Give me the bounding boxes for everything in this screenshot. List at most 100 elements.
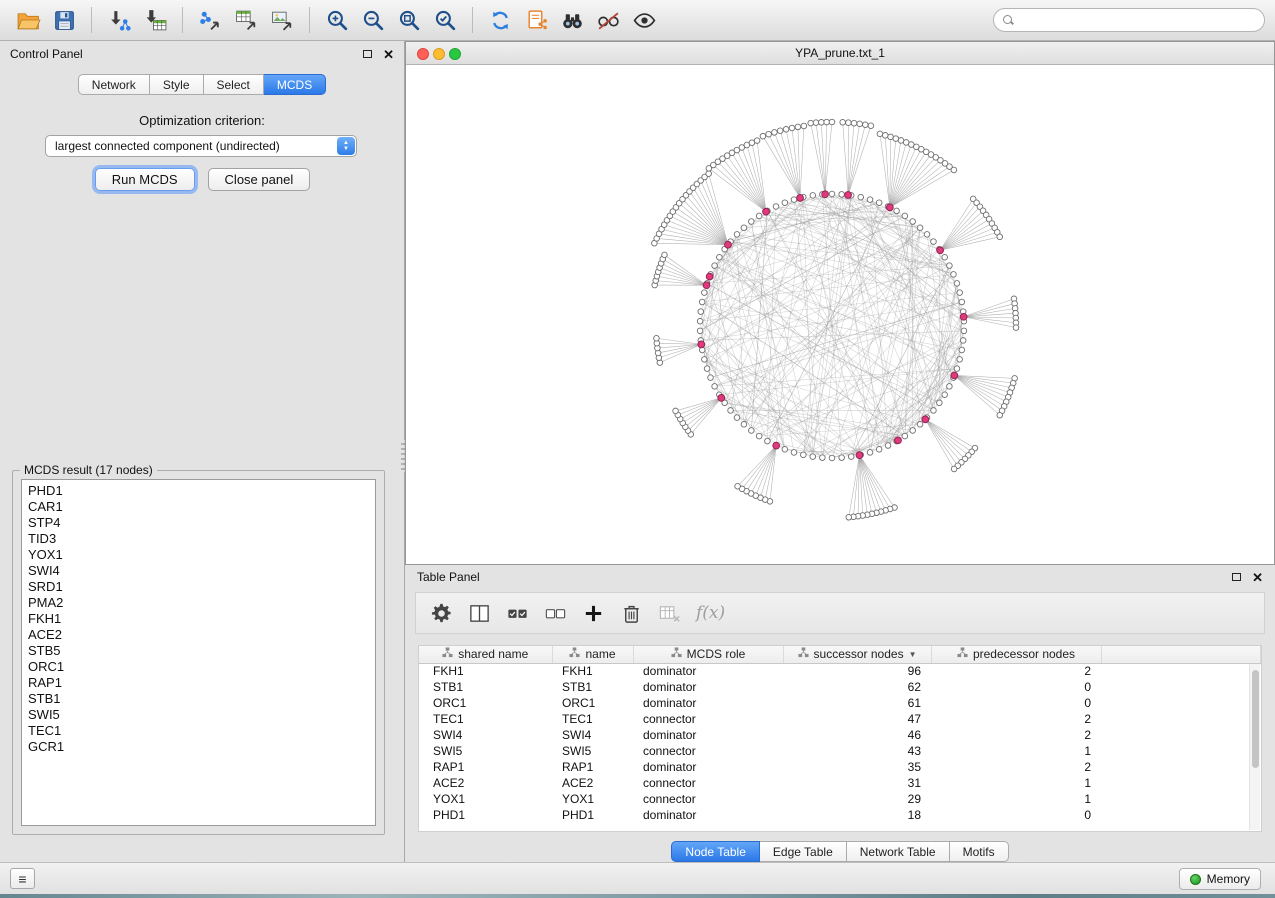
unselect-all-icon[interactable] (544, 602, 567, 625)
table-scrollbar[interactable] (1249, 664, 1260, 830)
save-session-button[interactable] (46, 4, 82, 36)
table-row[interactable]: RAP1RAP1dominator352 (419, 759, 1261, 775)
table-panel-title: Table Panel (417, 570, 480, 584)
zoom-selected-icon (433, 8, 458, 33)
import-table-button[interactable] (137, 4, 173, 36)
network-graph[interactable] (406, 65, 1274, 564)
share-document-icon (524, 8, 549, 33)
table-tab-motifs[interactable]: Motifs (950, 841, 1009, 862)
show-results-button[interactable] (626, 4, 662, 36)
open-folder-icon (16, 8, 41, 33)
mcds-result-item[interactable]: TID3 (28, 531, 375, 547)
table-row[interactable]: FKH1FKH1dominator962 (419, 663, 1261, 679)
table-row[interactable]: TEC1TEC1connector472 (419, 711, 1261, 727)
import-network-button[interactable] (101, 4, 137, 36)
add-column-icon[interactable] (582, 602, 605, 625)
table-row[interactable]: PHD1PHD1dominator180 (419, 807, 1261, 823)
run-mcds-button[interactable]: Run MCDS (95, 168, 195, 191)
mcds-result-item[interactable]: STB5 (28, 643, 375, 659)
mcds-result-list[interactable]: PHD1CAR1STP4TID3YOX1SWI4SRD1PMA2FKH1ACE2… (21, 479, 376, 826)
delete-column-icon[interactable] (620, 602, 643, 625)
zoom-selected-button[interactable] (427, 4, 463, 36)
list-icon: ≡ (18, 871, 26, 887)
mcds-result-item[interactable]: CAR1 (28, 499, 375, 515)
toolbar-separator (91, 7, 92, 33)
gear-icon[interactable] (430, 602, 453, 625)
table-tab-node-table[interactable]: Node Table (671, 841, 760, 862)
mcds-result-item[interactable]: SWI4 (28, 563, 375, 579)
table-row[interactable]: ACE2ACE2connector311 (419, 775, 1261, 791)
export-image-icon (270, 8, 295, 33)
export-image-button[interactable] (264, 4, 300, 36)
window-close-button[interactable] (417, 48, 429, 60)
table-row[interactable]: SWI4SWI4dominator462 (419, 727, 1261, 743)
table-row[interactable]: SWI5SWI5connector431 (419, 743, 1261, 759)
window-minimize-button[interactable] (433, 48, 445, 60)
glasses-slash-icon (596, 8, 621, 33)
zoom-out-button[interactable] (355, 4, 391, 36)
table-tab-network-table[interactable]: Network Table (847, 841, 950, 862)
open-session-button[interactable] (10, 4, 46, 36)
mcds-result-item[interactable]: FKH1 (28, 611, 375, 627)
find-button[interactable] (554, 4, 590, 36)
mcds-result-item[interactable]: STP4 (28, 515, 375, 531)
mcds-result-item[interactable]: SWI5 (28, 707, 375, 723)
table-row[interactable]: YOX1YOX1connector291 (419, 791, 1261, 807)
mcds-result-item[interactable]: RAP1 (28, 675, 375, 691)
column-header-name[interactable]: name (552, 646, 633, 663)
zoom-fit-button[interactable] (391, 4, 427, 36)
mcds-result-item[interactable]: ORC1 (28, 659, 375, 675)
split-column-icon[interactable] (468, 602, 491, 625)
criterion-select[interactable]: largest connected component (undirected)… (45, 135, 357, 157)
table-row[interactable]: ORC1ORC1dominator610 (419, 695, 1261, 711)
close-table-panel-icon[interactable]: ✕ (1252, 571, 1263, 584)
attribute-icon (957, 647, 968, 661)
attribute-icon (569, 647, 580, 661)
mcds-result-item[interactable]: YOX1 (28, 547, 375, 563)
export-network-button[interactable] (192, 4, 228, 36)
float-table-panel-icon[interactable] (1232, 573, 1241, 581)
column-header-MCDS-role[interactable]: MCDS role (633, 646, 783, 663)
control-tab-mcds[interactable]: MCDS (264, 74, 326, 95)
control-tab-network[interactable]: Network (78, 74, 150, 95)
task-history-button[interactable]: ≡ (10, 868, 35, 889)
mcds-result-item[interactable]: ACE2 (28, 627, 375, 643)
export-table-button[interactable] (228, 4, 264, 36)
control-panel-tabs: NetworkStyleSelectMCDS (0, 74, 404, 95)
float-panel-icon[interactable] (363, 50, 372, 58)
scrollbar-thumb[interactable] (1252, 670, 1259, 768)
close-panel-icon[interactable]: ✕ (383, 48, 394, 61)
table-row[interactable]: STB1STB1dominator620 (419, 679, 1261, 695)
select-stepper-icon: ▲▼ (337, 137, 355, 155)
hide-results-button[interactable] (590, 4, 626, 36)
column-header-shared-name[interactable]: shared name (419, 646, 552, 663)
memory-button[interactable]: Memory (1179, 868, 1261, 890)
search-input[interactable] (1019, 13, 1255, 27)
mcds-result-item[interactable]: SRD1 (28, 579, 375, 595)
mcds-result-item[interactable]: PMA2 (28, 595, 375, 611)
window-maximize-button[interactable] (449, 48, 461, 60)
sort-caret-icon: ▼ (909, 650, 917, 659)
mcds-result-group: MCDS result (17 nodes) PHD1CAR1STP4TID3Y… (12, 463, 385, 835)
control-tab-style[interactable]: Style (150, 74, 204, 95)
close-panel-button[interactable]: Close panel (208, 168, 311, 191)
table-panel-header: Table Panel ✕ (405, 565, 1275, 589)
network-window-titlebar[interactable]: YPA_prune.txt_1 (406, 42, 1274, 65)
status-bar: ≡ Memory (0, 862, 1275, 894)
control-tab-select[interactable]: Select (204, 74, 264, 95)
refresh-icon (488, 8, 513, 33)
mcds-result-item[interactable]: STB1 (28, 691, 375, 707)
select-all-icon[interactable] (506, 602, 529, 625)
mcds-result-item[interactable]: TEC1 (28, 723, 375, 739)
zoom-in-icon (325, 8, 350, 33)
column-header-successor-nodes[interactable]: successor nodes▼ (783, 646, 931, 663)
column-header-predecessor-nodes[interactable]: predecessor nodes (931, 646, 1101, 663)
zoom-in-button[interactable] (319, 4, 355, 36)
share-document-button[interactable] (518, 4, 554, 36)
mcds-result-item[interactable]: GCR1 (28, 739, 375, 755)
criterion-select-value: largest connected component (undirected) (55, 139, 280, 153)
mcds-result-item[interactable]: PHD1 (28, 483, 375, 499)
refresh-layout-button[interactable] (482, 4, 518, 36)
application-window: Control Panel ✕ NetworkStyleSelectMCDS O… (0, 0, 1275, 898)
table-tab-edge-table[interactable]: Edge Table (760, 841, 847, 862)
